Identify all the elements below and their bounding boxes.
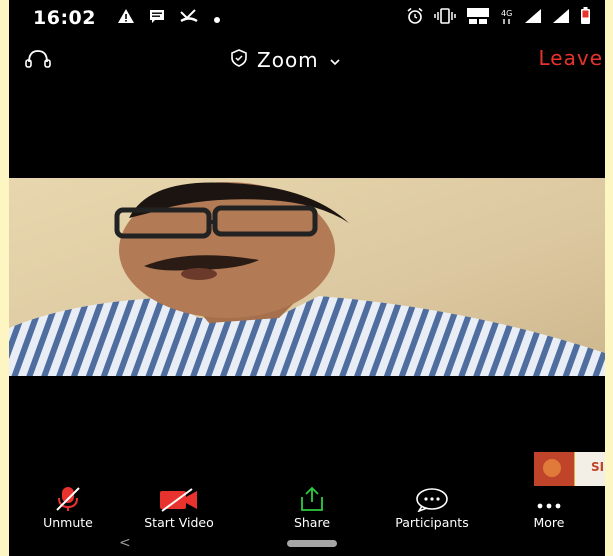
more-button[interactable]: More: [519, 486, 579, 532]
meeting-toolbar: Unmute Start Video Share Participants Mo…: [9, 486, 605, 532]
unmute-button[interactable]: Unmute: [33, 486, 103, 532]
4g-icon: 4G: [500, 7, 514, 29]
share-label: Share: [293, 515, 331, 530]
android-navigation-bar: <: [9, 534, 605, 556]
thumbnail-label: SI: [591, 460, 605, 474]
participant-video[interactable]: [9, 178, 605, 376]
status-bar: 16:02 4G: [9, 0, 605, 40]
warning-icon: [117, 8, 135, 28]
dot-icon: [213, 9, 221, 28]
system-icons: 4G: [406, 7, 591, 29]
share-button[interactable]: Share: [277, 486, 347, 532]
video-feed-image: [9, 178, 605, 376]
start-video-label: Start Video: [144, 515, 214, 530]
headset-audio-icon[interactable]: [23, 48, 53, 76]
more-label: More: [533, 515, 565, 530]
message-icon: [149, 9, 165, 28]
svg-text:4G: 4G: [501, 9, 512, 18]
vibrate-icon: [434, 8, 456, 28]
unmute-label: Unmute: [43, 515, 93, 530]
meeting-top-bar: Zoom Leave: [9, 40, 605, 82]
participants-button[interactable]: Participants: [373, 486, 491, 532]
volte-icon: [466, 7, 490, 29]
participants-label: Participants: [395, 515, 469, 530]
muted-microphone-icon: [54, 486, 82, 512]
zoom-meeting-screen: 16:02 4G Zoom Leave SI Unmute Start Vide…: [9, 0, 605, 556]
signal-icon: [552, 8, 570, 28]
notification-icons: [117, 9, 221, 27]
shield-icon: [231, 49, 247, 71]
self-view-thumbnail[interactable]: SI: [534, 452, 605, 486]
battery-icon: [580, 7, 591, 29]
meeting-title-text: Zoom: [257, 48, 319, 72]
leave-button[interactable]: Leave: [539, 46, 604, 70]
alarm-icon: [406, 7, 424, 29]
back-gesture-icon[interactable]: <: [119, 535, 131, 551]
start-video-button[interactable]: Start Video: [137, 486, 221, 532]
meeting-title[interactable]: Zoom: [231, 48, 341, 72]
share-icon: [298, 486, 326, 512]
chevron-down-icon: [329, 51, 341, 70]
status-time: 16:02: [33, 7, 96, 29]
chat-bubble-icon: [414, 486, 450, 512]
signal-icon: [524, 8, 542, 28]
more-dots-icon: [534, 486, 564, 512]
video-off-icon: [159, 486, 199, 512]
missed-call-icon: [179, 8, 199, 28]
home-gesture-pill[interactable]: [287, 540, 337, 547]
